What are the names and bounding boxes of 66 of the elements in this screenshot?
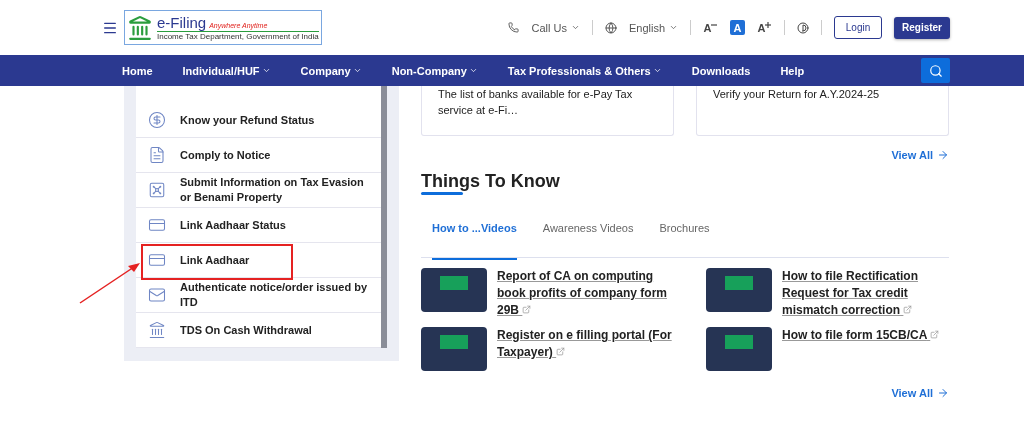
tab[interactable]: Awareness Videos xyxy=(542,221,634,258)
quick-link-item[interactable]: Authenticate notice/order issued by ITD xyxy=(136,278,381,313)
arrow-right-icon xyxy=(937,387,949,399)
call-us-link[interactable]: Call Us xyxy=(531,21,580,34)
external-link-icon xyxy=(930,330,940,339)
bank-icon xyxy=(148,321,166,339)
external-link-icon xyxy=(556,347,566,356)
video-thumbnail[interactable] xyxy=(421,327,487,371)
scrollbar[interactable] xyxy=(381,86,387,348)
video-link[interactable]: Report of CA on computing book profits of company form 29B xyxy=(497,268,672,319)
phone-icon xyxy=(508,22,520,33)
nav-item[interactable]: Help xyxy=(780,64,805,77)
login-button[interactable]: Login xyxy=(834,16,882,39)
search-icon xyxy=(928,63,943,78)
plus-icon xyxy=(765,21,772,28)
news-card[interactable]: The list of banks available for e-Pay Tax service at e-Fi… xyxy=(421,86,674,136)
minus-icon xyxy=(711,21,718,28)
envelope-icon xyxy=(148,286,166,304)
safe-icon xyxy=(148,181,166,199)
font-size-button[interactable]: A xyxy=(730,20,745,35)
quick-link-item[interactable]: Know your Refund Status xyxy=(136,103,381,138)
tab[interactable]: Brochures xyxy=(659,221,710,258)
font-size-button[interactable]: A xyxy=(703,20,718,35)
document-icon xyxy=(148,146,166,164)
external-link-icon xyxy=(522,305,532,314)
search-button[interactable] xyxy=(921,58,950,83)
video-link[interactable]: How to file form 15CB/CA xyxy=(782,327,949,344)
font-size-button[interactable]: A xyxy=(757,20,772,35)
nav-item[interactable]: Tax Professionals & Others xyxy=(507,64,662,77)
quick-link-item[interactable]: Submit Information on Tax Evasion or Benami Property xyxy=(136,173,381,208)
chevron-down-icon xyxy=(468,66,478,75)
arrow-right-icon xyxy=(937,149,949,161)
section-title: Things To Know xyxy=(421,171,561,192)
nav-item[interactable]: Company xyxy=(300,64,362,77)
quick-link-item[interactable]: TDS On Cash Withdrawal xyxy=(136,313,381,348)
pointer-arrow xyxy=(78,260,142,306)
nav-item[interactable]: Downloads xyxy=(691,64,751,77)
language-select[interactable]: English xyxy=(628,21,678,34)
card-icon xyxy=(148,251,166,269)
view-all-link[interactable]: View All xyxy=(891,387,949,399)
news-card[interactable]: Verify your Return for A.Y.2024-25 xyxy=(696,86,949,136)
quick-link-item[interactable]: Link Aadhaar xyxy=(136,243,381,278)
video-thumbnail[interactable] xyxy=(706,268,772,312)
quick-link-item[interactable]: Comply to Notice xyxy=(136,138,381,173)
video-link[interactable]: How to file Rectification Request for Tax credit mismatch correction xyxy=(782,268,949,319)
video-thumbnail[interactable] xyxy=(706,327,772,371)
coin-icon xyxy=(148,111,166,129)
chevron-down-icon xyxy=(570,23,580,32)
globe-icon xyxy=(604,21,617,34)
video-link[interactable]: Register on e filling portal (For Taxpayer) xyxy=(497,327,672,361)
chevron-down-icon xyxy=(352,66,362,75)
register-button[interactable]: Register xyxy=(894,16,950,39)
chevron-down-icon xyxy=(652,66,662,75)
logo-subtitle: Income Tax Department, Government of India xyxy=(157,31,319,41)
nav-item[interactable]: Non-Company xyxy=(391,64,478,77)
contrast-icon[interactable] xyxy=(797,21,809,34)
external-link-icon xyxy=(903,305,913,314)
view-all-link[interactable]: View All xyxy=(891,149,949,161)
nav-item[interactable]: Home xyxy=(122,64,153,77)
video-thumbnail[interactable] xyxy=(421,268,487,312)
nav-item[interactable]: Individual/HUF xyxy=(182,64,271,77)
chevron-down-icon xyxy=(669,23,678,32)
tab[interactable]: How to ...Videos xyxy=(432,221,517,258)
chevron-down-icon xyxy=(261,66,271,75)
emblem-icon xyxy=(127,14,153,41)
card-icon xyxy=(148,216,166,234)
